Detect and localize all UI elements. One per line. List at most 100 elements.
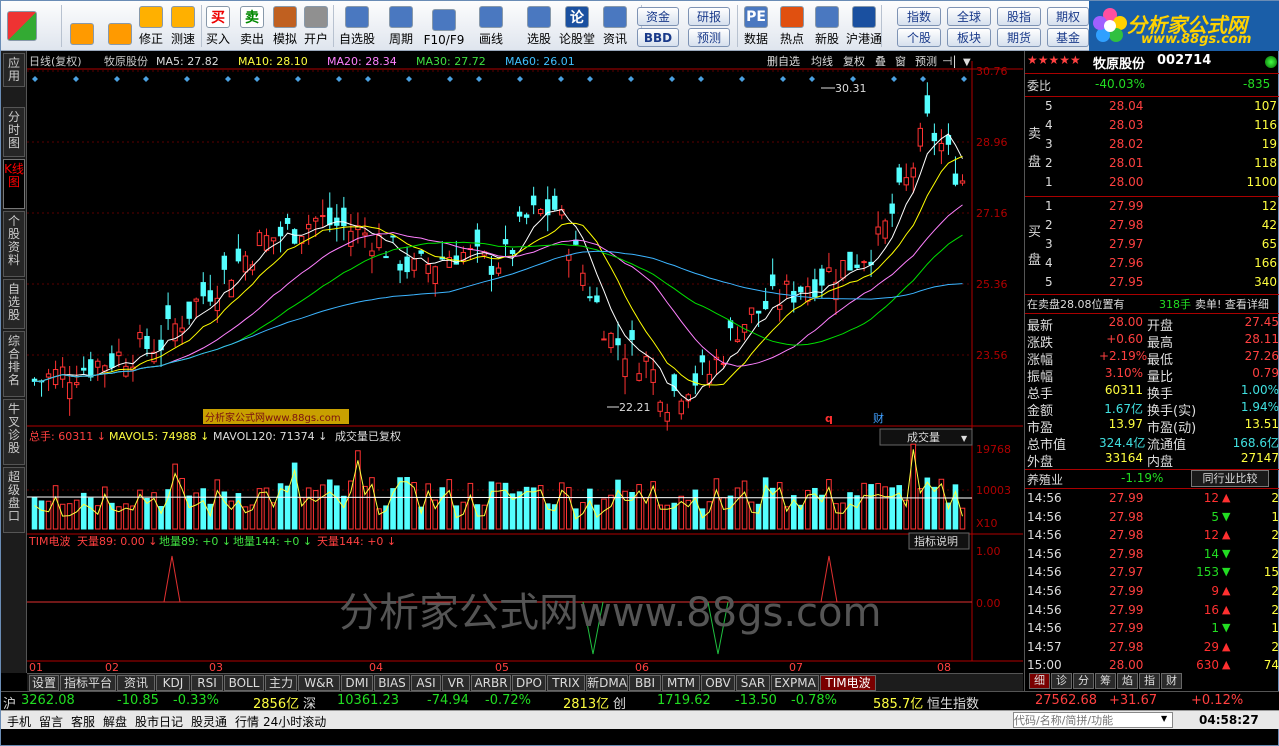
quote-tab-指[interactable]: 指 [1139,673,1160,689]
quick-button-预测[interactable]: 预测 [688,28,730,47]
bottom-tab-EXPMA[interactable]: EXPMA [771,675,819,691]
bottom-tab-BOLL[interactable]: BOLL [224,675,264,691]
toolbar-button-卖出[interactable]: 卖卖出 [238,3,266,49]
toolbar-button-热点[interactable]: 热点 [777,3,807,49]
quote-tab-焰[interactable]: 焰 [1117,673,1138,689]
bottom-tab-ARBR[interactable]: ARBR [471,675,511,691]
chart-header-button-均线[interactable]: 均线 [811,54,833,68]
toolbar-button-开户[interactable]: 开户 [302,3,330,49]
left-tab-应用[interactable]: 应用 [3,53,25,87]
bottom-tab-设置[interactable]: 设置 [29,675,59,691]
statusbar-item-留言[interactable]: 留言 [39,713,63,730]
chart-header-button-叠[interactable]: 叠 [875,55,886,68]
quick-button-全球[interactable]: 全球 [947,7,991,26]
statusbar-item-24小时滚动[interactable]: 24小时滚动 [263,713,326,730]
quick-button-指数[interactable]: 指数 [897,7,941,26]
toolbar-button-周期[interactable]: 周期 [384,3,418,49]
bottom-tab-主力[interactable]: 主力 [265,675,297,691]
quick-button-股指[interactable]: 股指 [997,7,1041,26]
quick-button-期权[interactable]: 期权 [1047,7,1089,26]
quick-button-基金[interactable]: 基金 [1047,28,1089,47]
kline-chart-area[interactable]: 30.76 28.96 27.16 25.36 23.56 日线(复权) 牧原股份 MA5: … [26,51,1023,674]
industry-compare-button[interactable]: 同行业比较 [1191,470,1269,487]
bottom-tab-ASI[interactable]: ASI [411,675,441,691]
statusbar-item-股灵通[interactable]: 股灵通 [191,713,227,730]
statusbar-item-股市日记[interactable]: 股市日记 [135,713,183,730]
quick-button-研报[interactable]: 研报 [688,7,730,26]
left-tab-超级盘口[interactable]: 超级盘口 [3,467,25,533]
buy-row-5[interactable]: 5 27.95 340 [1025,275,1279,292]
toolbar-button-模拟[interactable]: 模拟 [271,3,299,49]
left-tab-综合排名[interactable]: 综合排名 [3,331,25,397]
quick-button-板块[interactable]: 板块 [947,28,991,47]
statusbar-item-手机[interactable]: 手机 [7,713,31,730]
bottom-tab-新DMA[interactable]: 新DMA [586,675,628,691]
bottom-tab-OBV[interactable]: OBV [701,675,735,691]
bottom-tab-VR[interactable]: VR [442,675,470,691]
bottom-tab-MTM[interactable]: MTM [662,675,700,691]
buy-row-2[interactable]: 2 27.98 42 [1025,218,1279,235]
toolbar-button-数据[interactable]: PE 数据 [742,3,770,49]
statusbar-item-行情[interactable]: 行情 [235,713,259,730]
left-tab-K线图[interactable]: K线图 [3,159,25,209]
toolbar-button-测速[interactable]: 测速 [169,3,197,49]
left-tab-个股资料[interactable]: 个股资料 [3,211,25,277]
bottom-tab-TIM电波[interactable]: TIM电波 [820,675,876,691]
toolbar-button-back-arrow-icon[interactable] [67,3,97,49]
toolbar-button-修正[interactable]: 修正 [137,3,165,49]
bottom-tab-KDJ[interactable]: KDJ [156,675,190,691]
bottom-tab-RSI[interactable]: RSI [191,675,223,691]
toolbar-button-选股[interactable]: 选股 [519,3,559,49]
bottom-tab-BBI[interactable]: BBI [629,675,661,691]
quote-tab-分[interactable]: 分 [1073,673,1094,689]
chevron-down-icon[interactable]: ▼ [963,57,971,68]
buy-row-3[interactable]: 3 27.97 65 [1025,237,1279,254]
toolbar-button-up-down-arrow-icon[interactable] [107,3,133,49]
sell-row-3[interactable]: 3 28.02 19 [1025,137,1279,154]
quote-tab-财[interactable]: 财 [1161,673,1182,689]
sell-row-1[interactable]: 1 28.00 1100 [1025,175,1279,192]
quick-button-个股[interactable]: 个股 [897,28,941,47]
sell-row-5[interactable]: 5 28.04 107 [1025,99,1279,116]
toolbar-button-F10/F9[interactable]: F10/F9 [424,3,464,49]
toolbar-button-自选股[interactable]: 自选股 [338,3,376,49]
toolbar-button-论股堂[interactable]: 论论股堂 [559,3,595,49]
sell-alert-row[interactable]: 在卖盘28.08位置有 318手 卖单! 查看详细 [1025,296,1279,313]
chart-header-button-预测[interactable]: 预测 [915,55,937,68]
left-tab-分时图[interactable]: 分时图 [3,107,25,157]
toolbar-button-画线[interactable]: 画线 [471,3,511,49]
toolbar-button-买入[interactable]: 买买入 [204,3,232,49]
quick-button-期货[interactable]: 期货 [997,28,1041,47]
toolbar-button-新股[interactable]: 新股 [813,3,841,49]
buy-row-4[interactable]: 4 27.96 166 [1025,256,1279,273]
search-dropdown-icon[interactable]: ▼ [1161,714,1167,723]
toolbar-button-windows-logo-icon[interactable] [5,3,39,49]
expand-icon[interactable]: ⊣| [942,54,957,68]
toolbar-button-资讯[interactable]: 资讯 [601,3,629,49]
quick-button-BBD[interactable]: BBD [637,28,679,47]
bottom-tab-指标平台[interactable]: 指标平台 [60,675,116,691]
quick-button-资金[interactable]: 资金 [637,7,679,26]
left-tab-自选股[interactable]: 自选股 [3,279,25,329]
left-tab-牛叉诊股[interactable]: 牛叉诊股 [3,399,25,465]
bottom-tab-W&R[interactable]: W&R [298,675,340,691]
stock-search-input[interactable] [1013,712,1173,728]
event-marker-q[interactable]: q [825,412,833,425]
quote-tab-诊[interactable]: 诊 [1051,673,1072,689]
bottom-tab-BIAS[interactable]: BIAS [374,675,410,691]
buy-row-1[interactable]: 1 27.99 12 [1025,199,1279,216]
quote-tab-筹[interactable]: 筹 [1095,673,1116,689]
bottom-tab-资讯[interactable]: 资讯 [117,675,155,691]
sell-row-2[interactable]: 2 28.01 118 [1025,156,1279,173]
sell-row-4[interactable]: 4 28.03 116 [1025,118,1279,135]
toolbar-button-沪港通[interactable]: 沪港通 [846,3,882,49]
chart-header-button-删自选[interactable]: 删自选 [767,55,800,68]
globe-icon[interactable] [1265,56,1277,68]
bottom-tab-SAR[interactable]: SAR [736,675,770,691]
event-marker-cai[interactable]: 财 [873,411,884,425]
quote-tab-细[interactable]: 细 [1029,673,1050,689]
statusbar-item-客服[interactable]: 客服 [71,713,95,730]
statusbar-item-解盘[interactable]: 解盘 [103,713,127,730]
chart-header-button-复权[interactable]: 复权 [843,54,865,68]
bottom-tab-DPO[interactable]: DPO [512,675,546,691]
